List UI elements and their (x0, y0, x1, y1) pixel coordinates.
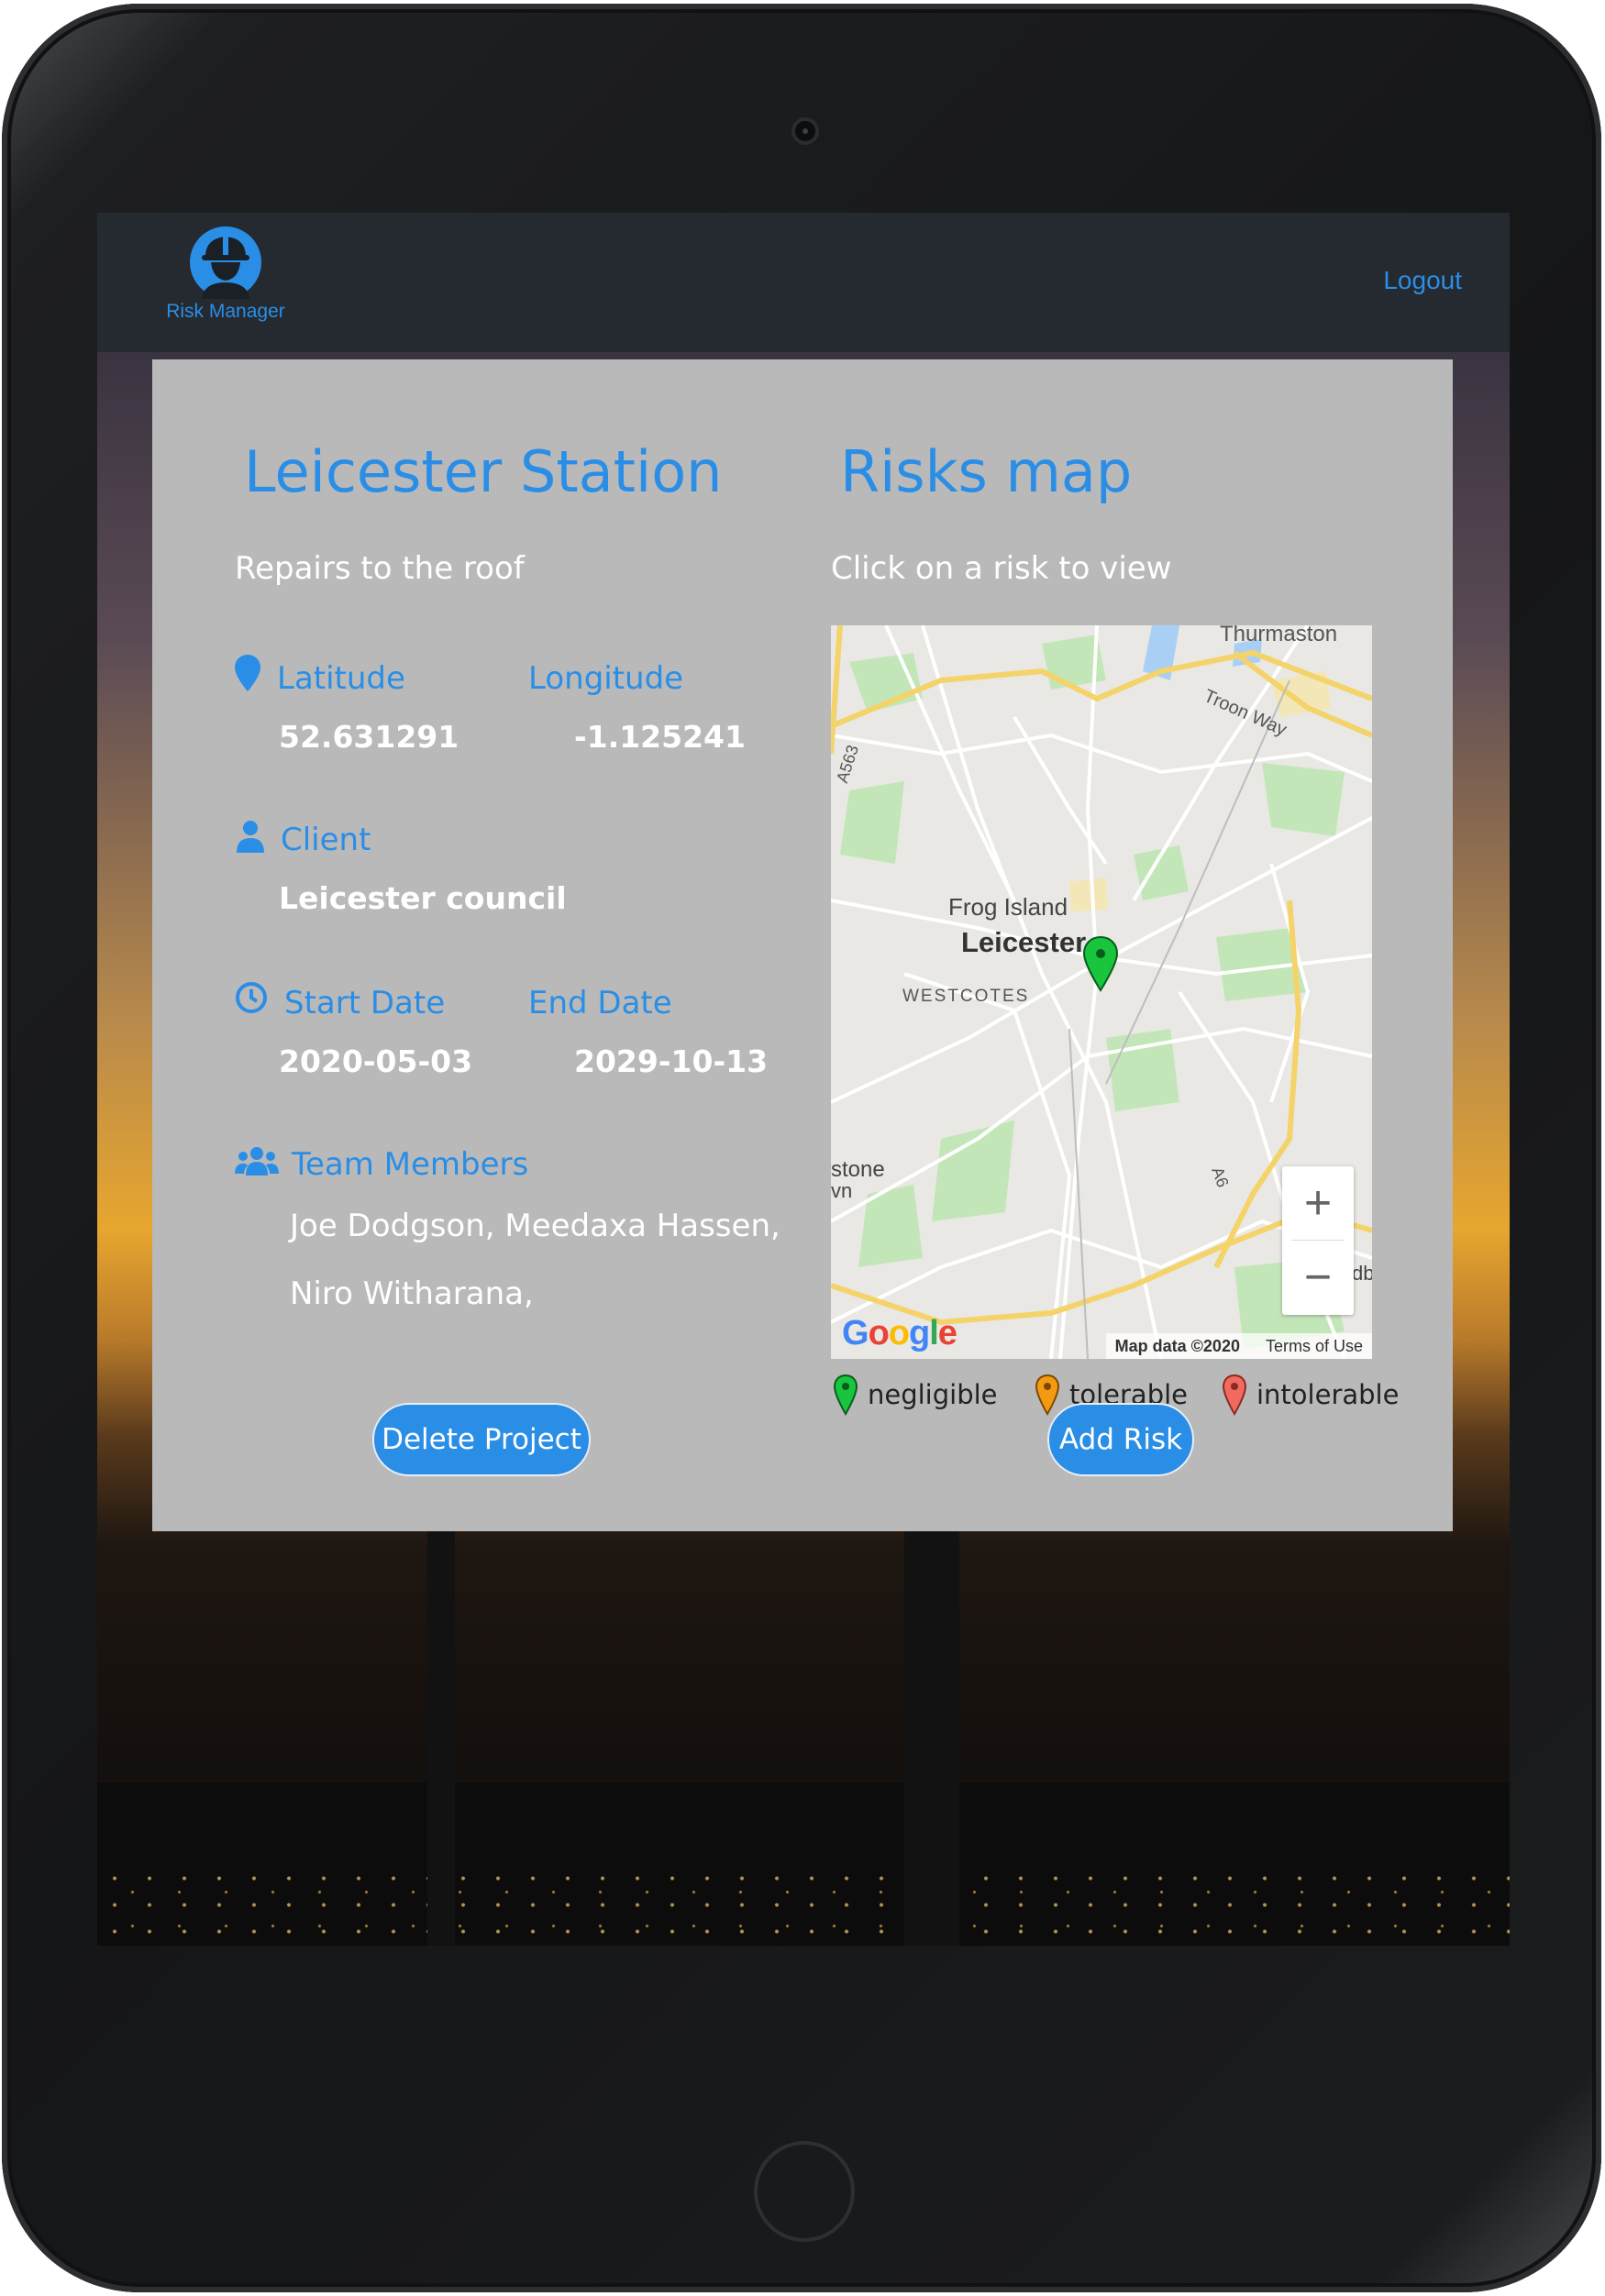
legend-negligible: negligible (833, 1374, 998, 1416)
start-date-value: 2020-05-03 (279, 1043, 473, 1079)
logout-link[interactable]: Logout (1383, 266, 1462, 295)
map-label-vn: vn (831, 1179, 853, 1202)
red-pin-icon (1222, 1374, 1247, 1416)
map-data-text: Map data ©2020 (1114, 1336, 1240, 1355)
delete-project-button[interactable]: Delete Project (372, 1403, 591, 1476)
clock-icon (236, 982, 267, 1013)
map-attribution: Map data ©2020 Terms of Use (1105, 1333, 1372, 1359)
city-lights (97, 1865, 1510, 1946)
app-name: Risk Manager (166, 301, 285, 322)
map-label-db: db (1352, 1262, 1372, 1285)
map-label-thurmaston: Thurmaston (1220, 625, 1338, 646)
client-label: Client (281, 822, 371, 858)
latitude-value: 52.631291 (279, 719, 459, 755)
screen: Risk Manager Logout Leicester Station Re… (97, 213, 1510, 1946)
client-person-icon (237, 821, 264, 853)
orange-pin-icon (1035, 1374, 1060, 1416)
green-pin-icon (833, 1374, 858, 1416)
risk-marker-green[interactable] (1082, 935, 1119, 992)
team-members-label: Team Members (292, 1146, 529, 1183)
legend-intolerable: intolerable (1222, 1374, 1399, 1416)
map-zoom-control: + − (1282, 1166, 1354, 1315)
zoom-in-button[interactable]: + (1282, 1166, 1354, 1240)
team-members-line: Joe Dodgson, Meedaxa Hassen, (290, 1208, 780, 1244)
map-label-frog-island: Frog Island (948, 893, 1068, 921)
team-members-list: Joe Dodgson, Meedaxa Hassen, Niro Withar… (290, 1192, 803, 1328)
add-risk-button[interactable]: Add Risk (1047, 1403, 1194, 1476)
project-card: Leicester Station Repairs to the roof La… (152, 359, 1453, 1531)
camera-icon (791, 117, 819, 145)
map-label-leicester: Leicester (961, 926, 1087, 958)
team-members-line: Niro Witharana, (290, 1275, 534, 1312)
latitude-label: Latitude (277, 660, 405, 697)
logo[interactable]: Risk Manager (161, 226, 290, 323)
longitude-label: Longitude (528, 660, 684, 697)
map-label-westcotes: WESTCOTES (902, 987, 1030, 1006)
legend-label: negligible (868, 1379, 998, 1410)
project-description: Repairs to the roof (235, 550, 525, 587)
legend-label: intolerable (1256, 1379, 1400, 1410)
team-users-icon (235, 1147, 279, 1176)
risks-map-title: Risks map (840, 438, 1133, 505)
google-logo: Google (842, 1314, 957, 1352)
client-value: Leicester council (279, 880, 567, 916)
terms-of-use-link[interactable]: Terms of Use (1266, 1337, 1363, 1356)
zoom-out-button[interactable]: − (1282, 1241, 1354, 1314)
home-button[interactable] (754, 2141, 855, 2242)
location-pin-icon (235, 655, 260, 691)
risks-map[interactable]: Thurmaston Troon Way A563 Frog Island Le… (831, 625, 1372, 1359)
navbar: Risk Manager Logout (97, 213, 1510, 352)
risks-map-subtitle: Click on a risk to view (831, 550, 1172, 587)
longitude-value: -1.125241 (574, 719, 746, 755)
end-date-value: 2029-10-13 (574, 1043, 769, 1079)
tablet-frame: Risk Manager Logout Leicester Station Re… (2, 4, 1601, 2292)
end-date-label: End Date (528, 985, 672, 1021)
worker-helmet-icon (190, 226, 261, 299)
project-title: Leicester Station (244, 438, 723, 505)
start-date-label: Start Date (284, 985, 446, 1021)
